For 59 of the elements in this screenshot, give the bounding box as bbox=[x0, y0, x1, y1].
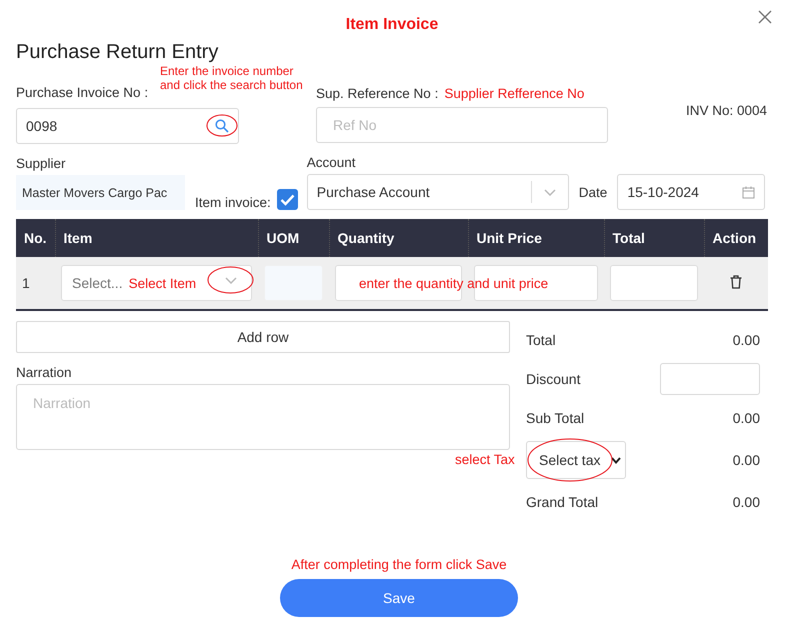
save-button[interactable]: Save bbox=[280, 579, 518, 617]
highlight-ellipse bbox=[206, 114, 238, 137]
field-label: Purchase Invoice No : bbox=[16, 85, 148, 100]
date-field[interactable]: 15-10-2024 bbox=[617, 174, 766, 210]
summary-value: 0.00 bbox=[732, 452, 760, 468]
field-value: 15-10-2024 bbox=[627, 184, 699, 200]
column-header: Total bbox=[604, 219, 704, 257]
select-value: Purchase Account bbox=[316, 184, 430, 200]
column-header: No. bbox=[16, 219, 55, 257]
column-header: Quantity bbox=[329, 219, 468, 257]
checkmark-icon bbox=[280, 194, 295, 206]
tax-select[interactable]: Select tax bbox=[526, 441, 626, 479]
search-icon[interactable] bbox=[215, 119, 229, 133]
chevron-down-icon bbox=[611, 456, 621, 464]
item-select[interactable]: Select... Select Item bbox=[61, 265, 252, 301]
summary-value: 0.00 bbox=[732, 494, 760, 510]
annotation-text: enter the quantity and unit price bbox=[359, 276, 548, 291]
field-label: Supplier bbox=[16, 156, 66, 171]
field-label: Account bbox=[306, 155, 356, 170]
column-header: Item bbox=[55, 219, 258, 257]
dialog-title: Purchase Return Entry bbox=[16, 40, 218, 64]
annotation-text: After completing the form click Save bbox=[291, 557, 507, 572]
field-label: Sup. Reference No : bbox=[316, 86, 438, 101]
column-header: Action bbox=[704, 219, 768, 257]
field-label: Item invoice: bbox=[195, 195, 271, 210]
item-invoice-checkbox[interactable] bbox=[276, 189, 298, 210]
annotation-text: Select Item bbox=[128, 276, 196, 290]
quantity-field[interactable] bbox=[335, 265, 462, 301]
add-row-button[interactable]: Add row bbox=[16, 321, 510, 353]
column-header: UOM bbox=[258, 219, 329, 257]
field-label: Date bbox=[578, 184, 608, 200]
calendar-icon bbox=[742, 186, 756, 198]
close-icon[interactable] bbox=[758, 10, 772, 24]
select-placeholder: Select tax bbox=[539, 452, 600, 468]
summary-label: Total bbox=[526, 332, 556, 348]
row-number: 1 bbox=[16, 257, 55, 310]
summary-value: 0.00 bbox=[732, 410, 760, 426]
select-placeholder: Select... bbox=[72, 275, 123, 291]
highlight-ellipse bbox=[207, 266, 254, 294]
summary-label: Discount bbox=[526, 371, 580, 387]
annotation-text: Supplier Refference No bbox=[444, 86, 584, 101]
invoice-number-field[interactable]: 0098 bbox=[16, 108, 239, 144]
annotation-text: select Tax bbox=[455, 452, 515, 467]
trash-icon[interactable] bbox=[730, 274, 742, 288]
account-select[interactable]: Purchase Account bbox=[306, 174, 569, 210]
chevron-down-icon bbox=[544, 188, 556, 196]
dialog-heading: Item Invoice bbox=[344, 16, 440, 35]
summary-value: 0.00 bbox=[732, 332, 760, 348]
chevron-down-icon bbox=[225, 277, 237, 284]
invoice-number-text: INV No: 0004 bbox=[686, 103, 768, 120]
annotation-text: Enter the invoice number and click the search button bbox=[160, 64, 304, 92]
summary-label: Sub Total bbox=[526, 410, 584, 426]
column-header: Unit Price bbox=[468, 219, 604, 257]
supplier-field: Master Movers Cargo Pac bbox=[16, 175, 185, 210]
field-label: Narration bbox=[16, 365, 72, 380]
total-field[interactable] bbox=[610, 265, 698, 301]
discount-field[interactable] bbox=[660, 363, 760, 395]
summary-label: Grand Total bbox=[526, 494, 598, 510]
field-value: 0098 bbox=[26, 118, 58, 134]
